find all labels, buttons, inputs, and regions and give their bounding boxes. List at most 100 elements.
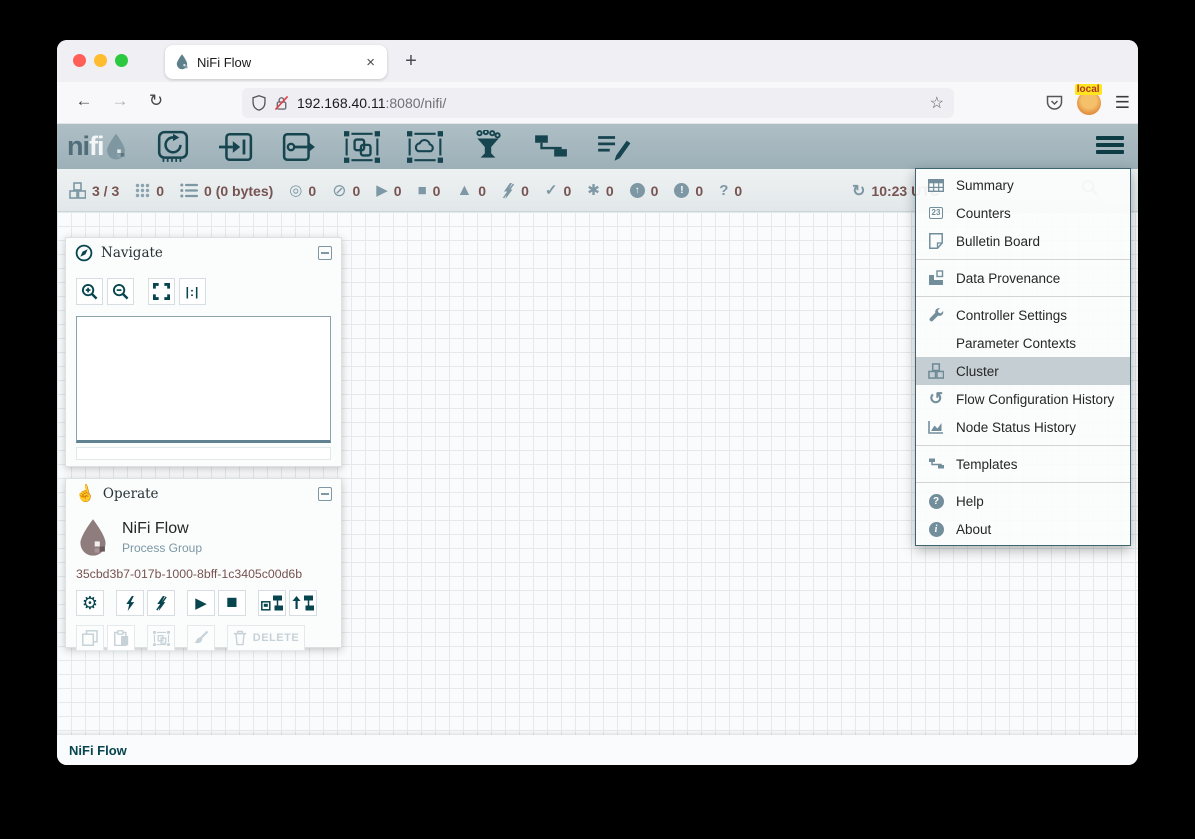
menu-item-summary[interactable]: Summary xyxy=(916,171,1130,199)
menu-item-data-provenance[interactable]: Data Provenance xyxy=(916,264,1130,292)
browser-tab[interactable]: NiFi Flow × xyxy=(165,45,387,79)
status-sync-failure: ? 0 xyxy=(719,183,742,199)
up-to-date-check-icon: ✓ xyxy=(545,183,558,198)
transmitting-icon: ◎ xyxy=(289,183,302,198)
bulletin-board-icon xyxy=(926,233,946,249)
nifi-global-menu-button[interactable] xyxy=(1096,136,1124,157)
status-up-to-date: ✓ 0 xyxy=(545,183,571,199)
output-port-component-icon[interactable] xyxy=(280,129,318,165)
save-template-icon xyxy=(261,595,283,611)
delete-label: DELETE xyxy=(253,632,299,644)
stale-arrow-icon: ↑ xyxy=(630,183,645,198)
help-icon: ? xyxy=(926,494,946,509)
selected-flow-type: Process Group xyxy=(122,541,202,555)
disabled-lightning-slash-icon xyxy=(502,183,515,199)
tab-title: NiFi Flow xyxy=(197,55,364,70)
menu-separator xyxy=(916,259,1130,260)
template-component-icon[interactable] xyxy=(532,129,570,165)
zoom-in-button[interactable] xyxy=(76,278,103,305)
forward-button[interactable]: → xyxy=(107,91,133,115)
brush-icon xyxy=(193,630,209,646)
funnel-component-icon[interactable] xyxy=(469,129,507,165)
processor-component-icon[interactable] xyxy=(154,129,192,165)
profile-avatar[interactable]: local xyxy=(1077,91,1101,115)
save-template-button[interactable] xyxy=(258,590,286,616)
menu-item-help[interactable]: ? Help xyxy=(916,487,1130,515)
sync-failure-icon: ? xyxy=(719,183,728,198)
templates-icon xyxy=(926,457,946,471)
window-minimize-button[interactable] xyxy=(94,54,107,67)
status-locally-modified: ✱ 0 xyxy=(587,183,613,199)
breadcrumb[interactable]: NiFi Flow xyxy=(69,743,127,758)
browser-menu-icon[interactable]: ☰ xyxy=(1115,93,1130,113)
menu-separator xyxy=(916,445,1130,446)
group-button[interactable] xyxy=(147,625,175,651)
navigate-title: Navigate xyxy=(101,245,310,261)
menu-item-controller-settings[interactable]: Controller Settings xyxy=(916,301,1130,329)
operate-minimize-button[interactable] xyxy=(318,487,332,501)
tab-close-icon[interactable]: × xyxy=(364,54,377,71)
status-connected-nodes: 3 / 3 xyxy=(69,182,119,199)
upload-template-button[interactable] xyxy=(289,590,317,616)
nifi-logo: nifi xyxy=(67,131,128,162)
queued-list-icon xyxy=(180,183,198,198)
nifi-favicon-icon xyxy=(175,54,189,70)
not-transmitting-icon: ⊘ xyxy=(332,182,346,199)
stop-button[interactable]: ■ xyxy=(218,590,246,616)
menu-item-bulletin-board[interactable]: Bulletin Board xyxy=(916,227,1130,255)
input-port-component-icon[interactable] xyxy=(217,129,255,165)
minimap-scroll-strip[interactable] xyxy=(76,447,331,460)
selected-flow-id: 35cbd3b7-017b-1000-8bff-1c3405c00d6b xyxy=(66,559,341,581)
lightning-slash-icon xyxy=(155,596,168,611)
zoom-out-button[interactable] xyxy=(107,278,134,305)
enable-button[interactable] xyxy=(116,590,144,616)
insecure-lock-icon[interactable] xyxy=(274,95,289,111)
play-icon: ▶ xyxy=(195,594,207,612)
data-provenance-icon xyxy=(926,270,946,286)
pocket-icon[interactable] xyxy=(1046,95,1063,111)
start-button[interactable]: ▶ xyxy=(187,590,215,616)
paste-button[interactable] xyxy=(107,625,135,651)
browser-url-bar: ← → ↻ 192.168.40.11:8080/nifi/ ☆ local ☰ xyxy=(57,82,1138,124)
compass-icon xyxy=(75,244,93,262)
zoom-actual-size-button[interactable]: |:| xyxy=(179,278,206,305)
new-tab-button[interactable]: + xyxy=(397,48,425,76)
label-component-icon[interactable] xyxy=(595,129,633,165)
flow-config-history-icon: ↺ xyxy=(926,389,946,409)
menu-item-cluster[interactable]: Cluster xyxy=(916,357,1130,385)
back-button[interactable]: ← xyxy=(71,91,97,115)
process-group-component-icon[interactable] xyxy=(343,129,381,165)
menu-item-about[interactable]: i About xyxy=(916,515,1130,543)
copy-button[interactable] xyxy=(76,625,104,651)
remote-process-group-component-icon[interactable] xyxy=(406,129,444,165)
paste-icon xyxy=(114,630,129,646)
menu-item-parameter-contexts[interactable]: Parameter Contexts xyxy=(916,329,1130,357)
canvas-minimap[interactable] xyxy=(76,316,331,443)
upload-template-icon xyxy=(292,595,314,611)
lightning-icon xyxy=(125,596,136,611)
address-field[interactable]: 192.168.40.11:8080/nifi/ ☆ xyxy=(242,88,954,118)
window-close-button[interactable] xyxy=(73,54,86,67)
delete-button[interactable]: DELETE xyxy=(227,625,305,651)
menu-item-counters[interactable]: 23 Counters xyxy=(916,199,1130,227)
navigate-minimize-button[interactable] xyxy=(318,246,332,260)
bookmark-star-icon[interactable]: ☆ xyxy=(930,93,944,113)
window-zoom-button[interactable] xyxy=(115,54,128,67)
status-stopped: ■ 0 xyxy=(418,183,441,199)
disable-button[interactable] xyxy=(147,590,175,616)
menu-item-flow-configuration-history[interactable]: ↺ Flow Configuration History xyxy=(916,385,1130,413)
stopped-square-icon: ■ xyxy=(418,183,427,198)
color-button[interactable] xyxy=(187,625,215,651)
reload-button[interactable]: ↻ xyxy=(143,91,169,115)
navigate-palette: Navigate |:| xyxy=(65,237,342,467)
configure-button[interactable]: ⚙ xyxy=(76,590,104,616)
about-icon: i xyxy=(926,522,946,537)
menu-item-node-status-history[interactable]: Node Status History xyxy=(916,413,1130,441)
running-play-icon: ▶ xyxy=(376,183,388,198)
zoom-fit-button[interactable] xyxy=(148,278,175,305)
menu-item-templates[interactable]: Templates xyxy=(916,450,1130,478)
breadcrumb-bar: NiFi Flow xyxy=(57,735,1138,765)
url-text[interactable]: 192.168.40.11:8080/nifi/ xyxy=(297,95,930,111)
refresh-icon[interactable]: ↻ xyxy=(852,181,865,201)
group-icon xyxy=(153,631,170,646)
